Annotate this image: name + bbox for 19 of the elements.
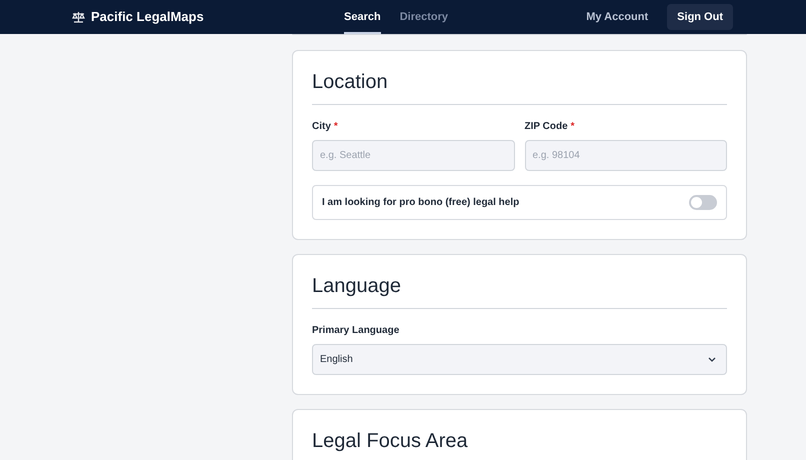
field-label: Primary Language bbox=[312, 324, 400, 338]
section-title: Language bbox=[312, 273, 727, 309]
brand-name[interactable]: Pacific LegalMaps bbox=[91, 7, 204, 27]
field-label: City bbox=[312, 120, 331, 134]
text-field[interactable]: e.g. 98104 bbox=[524, 140, 727, 171]
toggle-switch[interactable] bbox=[689, 195, 717, 210]
required-mark: * bbox=[334, 120, 338, 134]
toggle-label: I am looking for pro bono (free) legal help bbox=[322, 196, 520, 210]
field-label: ZIP Code bbox=[524, 120, 568, 134]
account-link[interactable]: My Account bbox=[586, 8, 648, 26]
sign-out-button[interactable]: Sign Out bbox=[667, 4, 733, 30]
chevron-down-icon bbox=[708, 357, 716, 362]
scales-icon bbox=[72, 11, 85, 23]
text-field[interactable]: e.g. Seattle bbox=[312, 140, 514, 171]
select-field[interactable]: English bbox=[312, 344, 727, 375]
section-title: Legal Focus Area bbox=[312, 428, 727, 460]
section-title: Location bbox=[312, 69, 727, 105]
required-mark: * bbox=[570, 120, 575, 134]
nav-tab[interactable]: Directory bbox=[400, 0, 448, 34]
